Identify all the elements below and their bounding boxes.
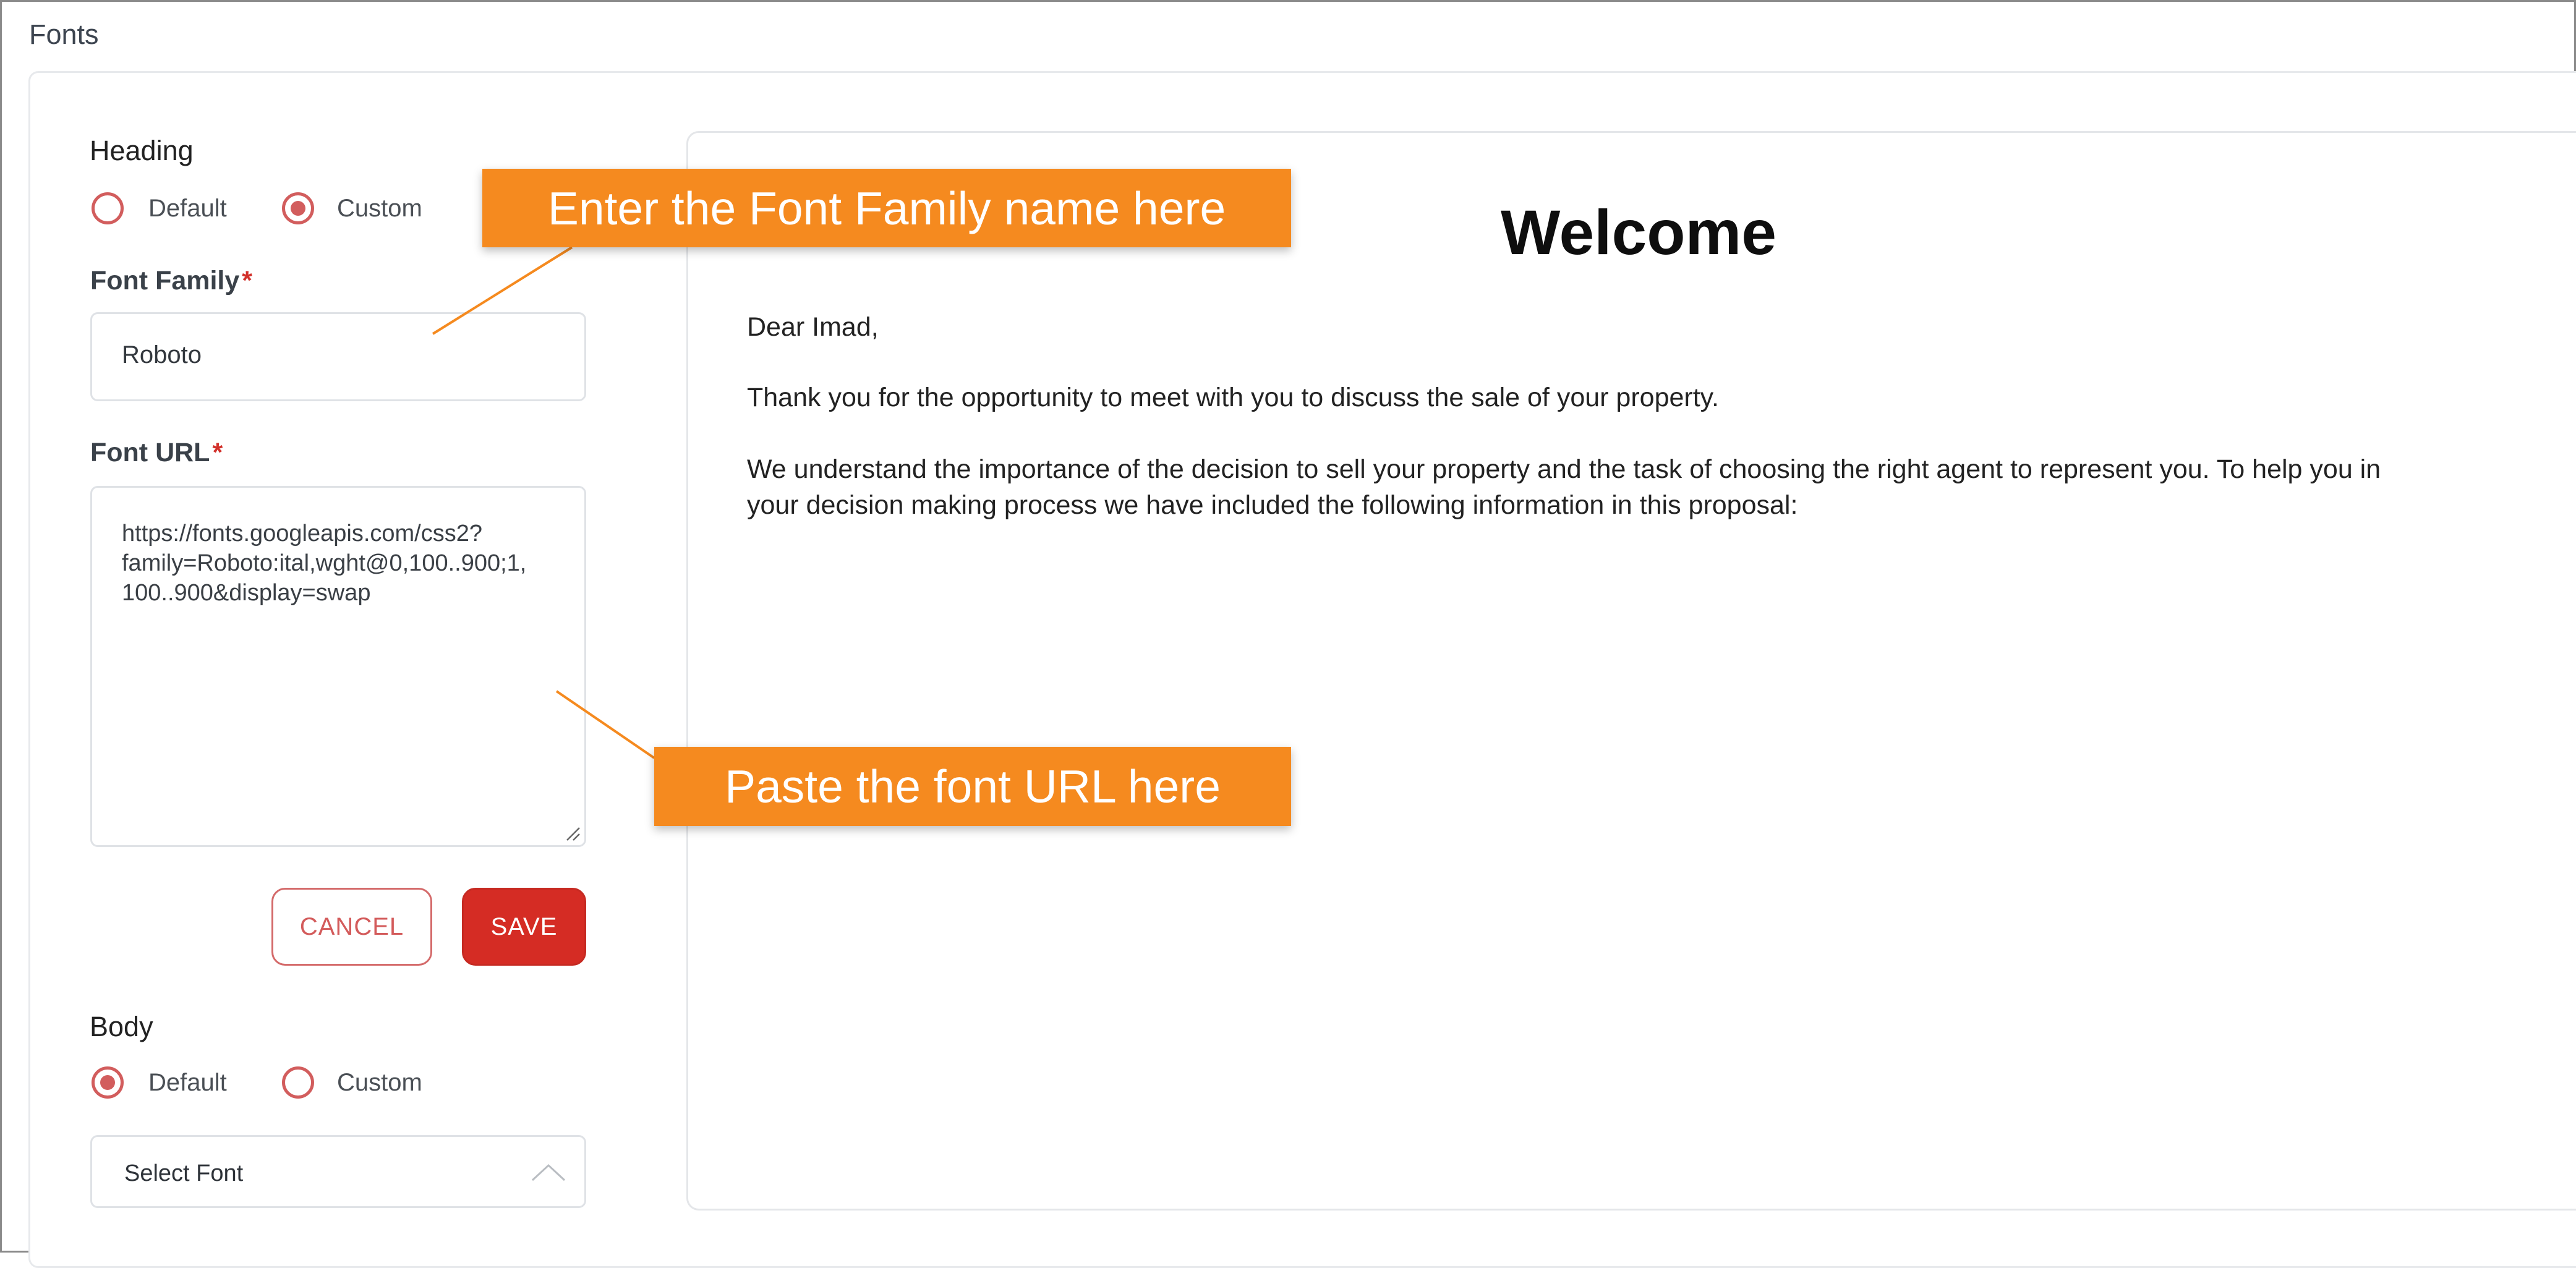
preview-greeting: Dear Imad, — [747, 312, 879, 342]
required-mark: * — [212, 438, 223, 467]
body-custom-radio[interactable] — [282, 1066, 314, 1099]
font-family-label: Font Family* — [90, 266, 253, 296]
preview-paragraph-2-line-1: We understand the importance of the deci… — [747, 454, 2381, 484]
body-default-radio[interactable] — [92, 1066, 124, 1099]
cancel-button[interactable]: CANCEL — [271, 888, 432, 966]
font-url-value: https://fonts.googleapis.com/css2? famil… — [122, 521, 527, 606]
body-custom-label: Custom — [337, 1069, 422, 1096]
body-label: Body — [90, 1011, 153, 1042]
body-default-label: Default — [148, 1069, 227, 1096]
required-mark: * — [242, 266, 253, 296]
heading-default-label: Default — [148, 195, 227, 222]
chevron-up-icon — [531, 1164, 566, 1181]
resize-grip-icon[interactable] — [565, 825, 581, 841]
preview-panel — [686, 131, 2576, 1211]
preview-paragraph-2-line-2: your decision making process we have inc… — [747, 490, 1798, 520]
heading-label: Heading — [90, 135, 194, 166]
section-title: Fonts — [29, 19, 99, 50]
heading-custom-label: Custom — [337, 195, 422, 222]
font-url-textarea[interactable]: https://fonts.googleapis.com/css2? famil… — [90, 486, 586, 847]
font-family-value: Roboto — [122, 341, 202, 368]
preview-paragraph-1: Thank you for the opportunity to meet wi… — [747, 383, 1719, 412]
font-family-callout: Enter the Font Family name here — [482, 169, 1291, 247]
heading-custom-radio[interactable] — [282, 192, 314, 224]
select-font-value: Select Font — [124, 1160, 244, 1186]
save-button[interactable]: SAVE — [462, 888, 586, 966]
body-font-select[interactable]: Select Font — [90, 1135, 586, 1208]
heading-default-radio[interactable] — [92, 192, 124, 224]
font-url-label: Font URL* — [90, 438, 223, 467]
font-family-input[interactable]: Roboto — [90, 312, 586, 401]
font-url-callout: Paste the font URL here — [654, 747, 1291, 826]
